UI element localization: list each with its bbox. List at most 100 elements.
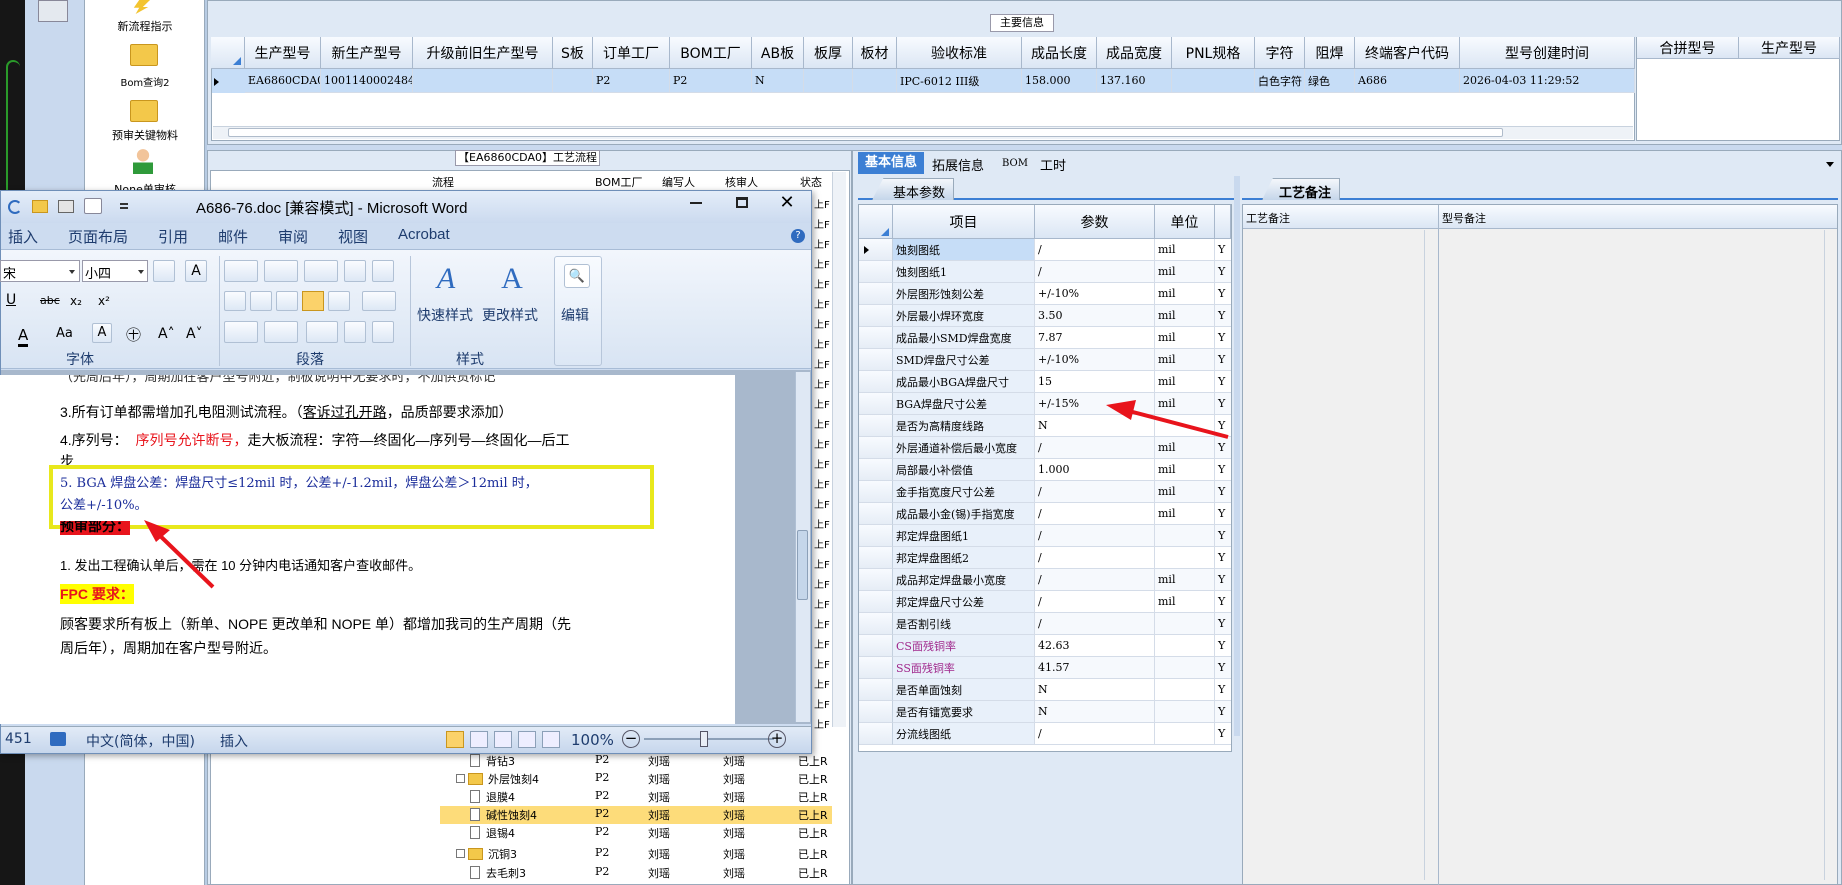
params-row[interactable]: 是否割引线 / Y xyxy=(859,613,1231,635)
tree-row-highlighted[interactable]: 碱性蚀刻4 P2 刘瑶 刘瑶 已上R xyxy=(440,806,832,824)
cell[interactable]: 绿色 xyxy=(1305,69,1355,93)
col-header[interactable]: 终端客户代码 xyxy=(1355,37,1460,69)
zoom-level[interactable]: 100% xyxy=(571,731,614,749)
param-unit[interactable] xyxy=(1155,679,1215,701)
enclose-char-button[interactable]: ㊉ xyxy=(126,324,141,345)
params-row[interactable]: 外层通道补偿后最小宽度 / mil Y xyxy=(859,437,1231,459)
param-flag[interactable]: Y xyxy=(1215,349,1231,371)
process-col-header[interactable]: 流程 xyxy=(432,174,582,190)
tree-row[interactable]: 外层蚀刻4 P2 刘瑶 刘瑶 已上R xyxy=(440,770,832,788)
row-header-cell[interactable] xyxy=(859,415,893,437)
char-shading-button[interactable]: A xyxy=(92,323,112,343)
row-header-cell[interactable] xyxy=(859,261,893,283)
param-flag[interactable]: Y xyxy=(1215,723,1231,745)
param-flag[interactable]: Y xyxy=(1215,569,1231,591)
params-row[interactable]: 分流线图纸 / Y xyxy=(859,723,1231,745)
close-button[interactable]: ✕ xyxy=(778,194,796,212)
zoom-out-button[interactable]: − xyxy=(622,730,640,748)
cell[interactable] xyxy=(853,69,897,93)
col-header[interactable]: PNL规格 xyxy=(1172,37,1255,69)
param-value[interactable]: +/-10% xyxy=(1035,283,1155,305)
cell[interactable]: P2 xyxy=(670,69,752,93)
chinese-layout-button[interactable] xyxy=(306,321,338,343)
row-header-cell[interactable] xyxy=(859,437,893,459)
cell[interactable]: 10011400024849 xyxy=(321,69,413,93)
param-item[interactable]: SS面残铜率 xyxy=(893,657,1035,679)
binoculars-icon[interactable]: 🔍 xyxy=(564,264,590,288)
row-header-cell[interactable] xyxy=(859,569,893,591)
process-col-header[interactable]: 状态 xyxy=(800,174,830,190)
param-flag[interactable]: Y xyxy=(1215,679,1231,701)
param-value[interactable]: / xyxy=(1035,261,1155,283)
param-item[interactable]: 分流线图纸 xyxy=(893,723,1035,745)
param-item[interactable]: 成品最小金(锡)手指宽度 xyxy=(893,503,1035,525)
param-flag[interactable]: Y xyxy=(1215,261,1231,283)
shrink-font-button[interactable]: A˅ xyxy=(186,326,203,342)
params-row[interactable]: 外层图形蚀刻公差 +/-10% mil Y xyxy=(859,283,1231,305)
params-row[interactable]: CS面残铜率 42.63 Y xyxy=(859,635,1231,657)
row-header-cell[interactable] xyxy=(859,481,893,503)
param-value[interactable]: / xyxy=(1035,591,1155,613)
row-header-cell[interactable] xyxy=(859,327,893,349)
change-case-button[interactable]: Aa xyxy=(56,326,73,341)
row-header-cell[interactable] xyxy=(859,239,893,261)
param-item[interactable]: 局部最小补偿值 xyxy=(893,459,1035,481)
multilevel-list-button[interactable] xyxy=(304,260,338,282)
increase-indent-button[interactable] xyxy=(372,260,394,282)
cell[interactable]: 白色字符 xyxy=(1255,69,1305,93)
tree-row[interactable]: 退锡4 P2 刘瑶 刘瑶 已上R xyxy=(440,824,832,842)
param-unit[interactable]: mil xyxy=(1155,371,1215,393)
col-header[interactable]: 订单工厂 xyxy=(593,37,670,69)
align-right-button[interactable] xyxy=(276,291,298,311)
font-name-box[interactable]: 宋 xyxy=(0,260,80,282)
params-row[interactable]: 成品最小SMD焊盘宽度 7.87 mil Y xyxy=(859,327,1231,349)
col-header[interactable]: 升级前旧生产型号 xyxy=(413,37,553,69)
status-language[interactable]: 中文(简体，中国) xyxy=(86,731,195,751)
font-color-button[interactable]: A xyxy=(18,326,29,347)
param-value[interactable]: / xyxy=(1035,481,1155,503)
param-value[interactable]: N xyxy=(1035,415,1155,437)
quick-styles-icon[interactable]: A xyxy=(426,262,466,298)
param-value[interactable]: / xyxy=(1035,503,1155,525)
ribbon-tab-acrobat[interactable]: Acrobat xyxy=(398,226,450,243)
minimize-button[interactable] xyxy=(690,202,702,204)
param-unit[interactable] xyxy=(1155,525,1215,547)
param-item[interactable]: BGA焊盘尺寸公差 xyxy=(893,393,1035,415)
row-header-cell[interactable] xyxy=(859,635,893,657)
param-unit[interactable] xyxy=(1155,415,1215,437)
status-word-count[interactable]: 451 xyxy=(5,731,32,747)
param-item[interactable]: 是否为高精度线路 xyxy=(893,415,1035,437)
param-flag[interactable]: Y xyxy=(1215,547,1231,569)
col-header[interactable]: 合拼型号 xyxy=(1637,37,1739,59)
ribbon-tab-layout[interactable]: 页面布局 xyxy=(68,226,128,247)
ribbon-tab-references[interactable]: 引用 xyxy=(158,226,188,247)
expand-minus-icon[interactable] xyxy=(456,774,465,783)
param-unit[interactable]: mil xyxy=(1155,261,1215,283)
col-header[interactable]: 型号创建时间 xyxy=(1460,37,1635,69)
param-unit[interactable]: mil xyxy=(1155,481,1215,503)
param-value[interactable]: / xyxy=(1035,437,1155,459)
subtab-basic-params[interactable]: 基本参数 xyxy=(872,178,954,200)
param-flag[interactable]: Y xyxy=(1215,503,1231,525)
expand-minus-icon[interactable] xyxy=(456,849,465,858)
col-header[interactable]: 生产型号 xyxy=(1739,37,1840,59)
param-item[interactable]: 邦定焊盘图纸1 xyxy=(893,525,1035,547)
quick-access-undo-icon[interactable] xyxy=(8,200,22,214)
params-row[interactable]: 邦定焊盘尺寸公差 / mil Y xyxy=(859,591,1231,613)
process-col-header[interactable]: 编写人 xyxy=(662,174,722,190)
craft-notes-col[interactable]: 型号备注 xyxy=(1442,210,1486,226)
col-header[interactable]: 成品宽度 xyxy=(1097,37,1172,69)
cell[interactable]: EA6860CDA0 xyxy=(245,69,321,93)
chevron-down-icon[interactable] xyxy=(1826,162,1834,167)
param-item[interactable]: 邦定焊盘图纸2 xyxy=(893,547,1035,569)
param-flag[interactable]: Y xyxy=(1215,327,1231,349)
col-header[interactable]: BOM工厂 xyxy=(670,37,752,69)
ribbon-tab-mailings[interactable]: 邮件 xyxy=(218,226,248,247)
row-header-cell[interactable] xyxy=(859,591,893,613)
ribbon-tab-review[interactable]: 审阅 xyxy=(278,226,308,247)
tree-row[interactable]: 去毛刺3 P2 刘瑶 刘瑶 已上R xyxy=(440,864,832,882)
param-flag[interactable]: Y xyxy=(1215,415,1231,437)
param-value[interactable]: / xyxy=(1035,613,1155,635)
param-value[interactable]: 1.000 xyxy=(1035,459,1155,481)
params-col-header[interactable]: 单位 xyxy=(1155,205,1215,239)
